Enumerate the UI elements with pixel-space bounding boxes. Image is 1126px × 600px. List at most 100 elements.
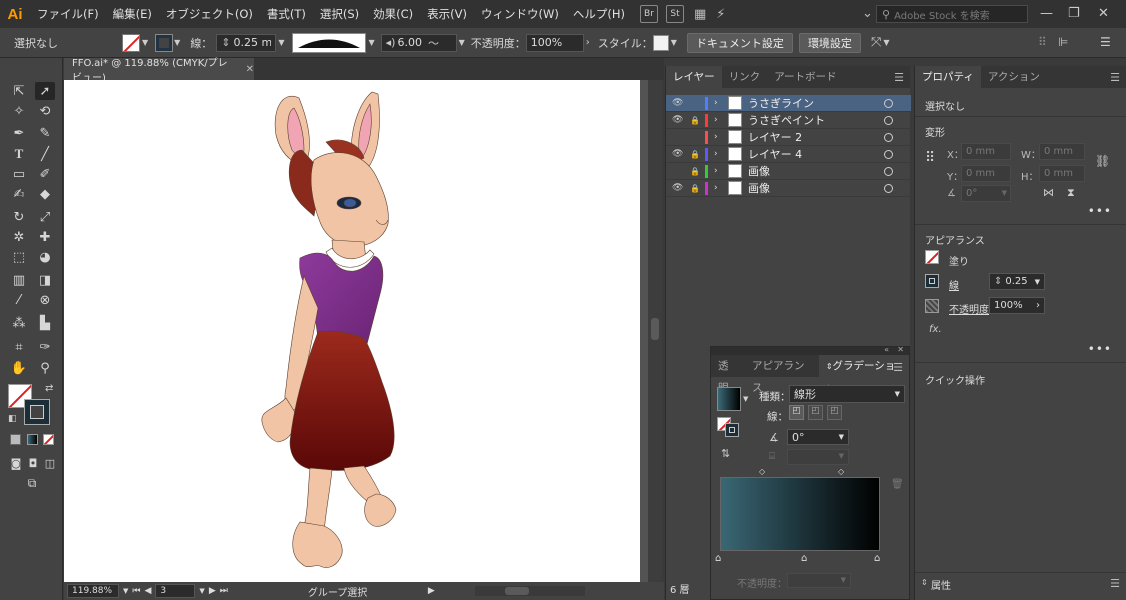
stroke-within-icon[interactable]: ◰ xyxy=(789,405,804,420)
expand-layer-chevron-icon[interactable]: › xyxy=(714,166,718,176)
gradient-type-select[interactable]: 線形 ▼ xyxy=(789,385,905,403)
appearance-stroke-dropdown-icon[interactable]: ▼ xyxy=(1035,278,1040,286)
menu-select[interactable]: 選択(S) xyxy=(313,0,366,28)
perspective-grid-tool-icon[interactable]: ▥ xyxy=(9,271,29,289)
distribute-icon[interactable]: ⊫ xyxy=(1058,35,1068,49)
menu-view[interactable]: 表示(V) xyxy=(420,0,474,28)
type-tool-icon[interactable]: T xyxy=(9,145,29,163)
layer-name[interactable]: 画像 xyxy=(748,180,770,196)
gradient-preview-swatch[interactable] xyxy=(717,387,741,411)
lock-icon[interactable]: 🔒 xyxy=(690,116,700,125)
minimize-icon[interactable]: — xyxy=(1040,6,1053,21)
zoom-dropdown-icon[interactable]: ▼ xyxy=(123,587,128,595)
last-artboard-icon[interactable]: ⏭ xyxy=(220,586,228,596)
lock-icon[interactable]: 🔒 xyxy=(690,167,700,176)
visibility-eye-icon[interactable]: 👁 xyxy=(672,115,684,125)
bridge-button[interactable]: Br xyxy=(639,5,658,23)
stroke-weight-field[interactable]: ⇕ 0.25 mm xyxy=(216,33,277,52)
tab-properties[interactable]: プロパティ xyxy=(915,66,981,88)
horizontal-scrollbar[interactable] xyxy=(474,586,585,596)
default-fill-stroke-icon[interactable]: ◧ xyxy=(8,414,17,424)
tab-artboards[interactable]: アートボード xyxy=(767,66,843,88)
gradient-stop-right[interactable]: ⌂ xyxy=(874,553,880,564)
stock-button[interactable]: St xyxy=(665,5,684,23)
artboard-tool-icon[interactable]: ⌗ xyxy=(9,338,29,356)
expand-layer-chevron-icon[interactable]: › xyxy=(714,98,718,108)
expand-layer-chevron-icon[interactable]: › xyxy=(714,132,718,142)
layer-row[interactable]: 👁 🔒 › 画像 xyxy=(666,180,911,197)
document-setup-button[interactable]: ドキュメント設定 xyxy=(686,32,793,53)
document-tab[interactable]: FFO.ai* @ 119.88% (CMYK/プレビュー) ✕ xyxy=(64,58,254,84)
zoom-tool-icon[interactable]: ⚲ xyxy=(35,359,55,377)
gradient-panel-grip[interactable]: « ✕ xyxy=(711,345,909,355)
layer-row[interactable]: › レイヤー 2 xyxy=(666,129,911,146)
panel-options-icon[interactable]: ☰ xyxy=(1100,35,1111,49)
lock-icon[interactable]: 🔒 xyxy=(690,184,700,193)
magic-wand-tool-icon[interactable]: ✧ xyxy=(9,102,29,120)
rotate-tool-icon[interactable]: ↻ xyxy=(9,208,29,226)
flip-vertical-icon[interactable]: ⧗ xyxy=(1067,186,1075,200)
properties-panel-menu-icon[interactable]: ☰ xyxy=(1110,71,1120,84)
appearance-opacity-label[interactable]: 不透明度 xyxy=(949,301,989,316)
collapse-panel-icon[interactable]: « xyxy=(884,345,889,354)
layer-target-icon[interactable] xyxy=(884,167,893,176)
menu-type[interactable]: 書式(T) xyxy=(260,0,313,28)
curvature-tool-icon[interactable]: ✎ xyxy=(35,124,55,142)
style-dropdown-icon[interactable]: ▼ xyxy=(671,38,677,47)
blend-tool-icon[interactable]: ⊗ xyxy=(35,291,55,309)
menu-help[interactable]: ヘルプ(H) xyxy=(566,0,632,28)
rectangle-tool-icon[interactable]: ▭ xyxy=(9,165,29,183)
direct-selection-tool-icon[interactable]: ➚ xyxy=(35,82,55,100)
symbol-sprayer-tool-icon[interactable]: ⁂ xyxy=(9,314,29,332)
align-icon[interactable]: ⠿ xyxy=(1038,35,1047,49)
layer-row[interactable]: 👁 🔒 › レイヤー 4 xyxy=(666,146,911,163)
stroke-dropdown-icon[interactable]: ▼ xyxy=(174,38,180,47)
hand-tool-icon[interactable]: ✋ xyxy=(9,359,29,377)
stroke-across-icon[interactable]: ◰ xyxy=(827,405,842,420)
tab-actions[interactable]: アクション xyxy=(981,66,1047,88)
stroke-color-swatch[interactable] xyxy=(24,399,50,425)
zoom-level-field[interactable]: 119.88% xyxy=(67,584,119,598)
close-panel-icon[interactable]: ✕ xyxy=(897,345,904,354)
expand-layer-chevron-icon[interactable]: › xyxy=(714,183,718,193)
artboard-dropdown-icon[interactable]: ▼ xyxy=(199,587,204,595)
canvas-area[interactable] xyxy=(64,80,648,582)
tab-links[interactable]: リンク xyxy=(722,66,768,88)
layer-target-icon[interactable] xyxy=(884,184,893,193)
menu-file[interactable]: ファイル(F) xyxy=(30,0,106,28)
color-mode-icon[interactable] xyxy=(10,434,21,445)
artboard-number-field[interactable]: 3 xyxy=(155,584,196,598)
gradient-angle-field[interactable]: 0° ▼ xyxy=(787,429,849,445)
menu-object[interactable]: オブジェクト(O) xyxy=(159,0,260,28)
appearance-opacity-expand-icon[interactable]: › xyxy=(1036,300,1040,311)
line-tool-icon[interactable]: ╱ xyxy=(35,145,55,163)
paintbrush-tool-icon[interactable]: ✐ xyxy=(35,165,55,183)
scrollbar-thumb[interactable] xyxy=(651,318,659,340)
puppet-warp-tool-icon[interactable]: ✲ xyxy=(9,228,29,246)
appearance-stroke-swatch[interactable] xyxy=(925,274,939,288)
gradient-stop-left[interactable]: ⌂ xyxy=(715,553,721,564)
fill-dropdown-icon[interactable]: ▼ xyxy=(142,38,148,47)
prev-artboard-icon[interactable]: ◀ xyxy=(145,586,152,596)
width-profile-dropdown-icon[interactable]: ▼ xyxy=(368,38,374,47)
attributes-panel-menu-icon[interactable]: ☰ xyxy=(1110,577,1120,590)
layer-row[interactable]: 🔒 › 画像 xyxy=(666,163,911,180)
stroke-stepper-icon[interactable]: ⇕ xyxy=(221,36,230,49)
layer-name[interactable]: レイヤー 2 xyxy=(748,129,802,145)
layer-name[interactable]: レイヤー 4 xyxy=(748,146,802,162)
layers-panel-menu-icon[interactable]: ☰ xyxy=(894,71,904,84)
tab-layers[interactable]: レイヤー xyxy=(666,66,722,88)
attributes-panel-title[interactable]: 属性 xyxy=(931,577,951,592)
none-mode-icon[interactable] xyxy=(43,434,54,445)
arrange-documents-icon[interactable]: ⤧ xyxy=(871,35,881,50)
appearance-opacity-field[interactable]: 100% › xyxy=(989,297,1045,314)
layer-name[interactable]: うさぎライン xyxy=(748,95,814,111)
delete-stop-icon[interactable]: 🗑 xyxy=(891,479,904,490)
gradient-stop-middle[interactable]: ⌂ xyxy=(801,553,807,564)
fill-swatch[interactable] xyxy=(122,33,140,52)
appearance-more-options-icon[interactable]: ••• xyxy=(1088,342,1112,356)
layer-target-icon[interactable] xyxy=(884,99,893,108)
eraser-tool-icon[interactable]: ◆ xyxy=(35,185,55,203)
tab-transparency[interactable]: 透明 xyxy=(711,355,745,394)
scale-tool-icon[interactable]: ⤢ xyxy=(35,208,55,226)
